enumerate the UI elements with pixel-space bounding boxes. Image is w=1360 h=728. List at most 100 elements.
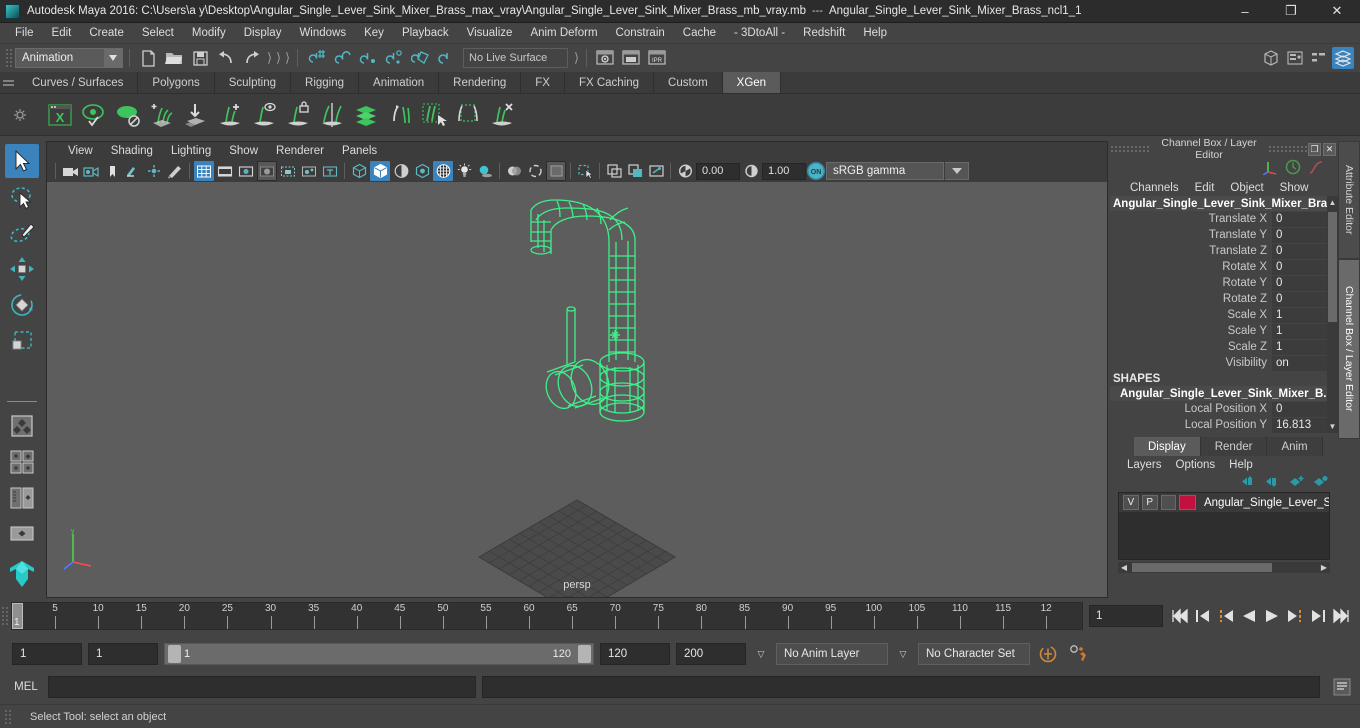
xgen-add-guide-icon[interactable]: [214, 99, 246, 131]
menu-select[interactable]: Select: [133, 25, 183, 41]
show-hide-attribute-editor-icon[interactable]: [1284, 47, 1306, 69]
viewport-menu-panels[interactable]: Panels: [333, 144, 386, 158]
toggle-grid-icon[interactable]: [194, 161, 214, 181]
panel-restore-button[interactable]: ❐: [1308, 142, 1321, 156]
range-slider-bar[interactable]: 1 120: [164, 643, 594, 665]
layer-list[interactable]: V P Angular_Single_Lever_Sin: [1118, 492, 1330, 560]
manipulator-axis-icon[interactable]: [1262, 159, 1278, 178]
lasso-select-tool-button[interactable]: [5, 180, 39, 214]
channel-row[interactable]: Rotate Z0: [1110, 291, 1338, 307]
make-live-icon[interactable]: [434, 46, 458, 70]
layer-editor-tab-anim[interactable]: Anim: [1267, 437, 1323, 456]
exposure-value[interactable]: 0.00: [696, 162, 740, 180]
snap-to-view-plane-icon[interactable]: [408, 46, 432, 70]
vertical-tab-attribute-editor[interactable]: Attribute Editor: [1338, 141, 1360, 259]
character-set-dropdown-arrow[interactable]: ▽: [894, 643, 912, 665]
single-persp-layout-button[interactable]: [5, 517, 39, 551]
four-view-layout-button[interactable]: [5, 409, 39, 443]
use-all-lights-icon[interactable]: [412, 161, 432, 181]
menu-modify[interactable]: Modify: [183, 25, 235, 41]
show-hide-channel-box-icon[interactable]: [1332, 47, 1354, 69]
xgen-import-collection-icon[interactable]: [180, 99, 212, 131]
ipr-render-icon[interactable]: IPR: [645, 46, 669, 70]
create-new-layer-icon[interactable]: [1289, 475, 1304, 491]
xgen-lock-guide-icon[interactable]: [282, 99, 314, 131]
layer-scroll-right-arrow[interactable]: ▶: [1318, 563, 1330, 572]
go-to-start-icon[interactable]: [1169, 604, 1191, 628]
channel-row[interactable]: Local Position X0: [1110, 401, 1338, 417]
collapse-bracket-1[interactable]: ⟩: [266, 49, 273, 67]
channel-row[interactable]: Translate X0: [1110, 211, 1338, 227]
play-forwards-icon[interactable]: [1261, 604, 1283, 628]
snap-to-point-icon[interactable]: [356, 46, 380, 70]
channel-box-menu-object[interactable]: Object: [1222, 181, 1271, 195]
step-back-frame-icon[interactable]: [1192, 604, 1214, 628]
image-plane-icon[interactable]: [123, 161, 143, 181]
viewport-menu-renderer[interactable]: Renderer: [267, 144, 333, 158]
step-back-key-icon[interactable]: [1215, 604, 1237, 628]
shelf-tab-fx-caching[interactable]: FX Caching: [564, 72, 655, 93]
shelf-tab-fx[interactable]: FX: [521, 72, 565, 93]
current-time-indicator[interactable]: 1: [12, 603, 23, 629]
animation-end-time-field[interactable]: 200: [676, 643, 746, 665]
shelf-tab-rigging[interactable]: Rigging: [291, 72, 360, 93]
select-tool-button[interactable]: [5, 144, 39, 178]
anim-layer-dropdown-arrow[interactable]: ▽: [752, 643, 770, 665]
xgen-preview-icon[interactable]: [78, 99, 110, 131]
layer-scroll-thumb[interactable]: [1132, 563, 1272, 572]
channel-row[interactable]: Translate Y0: [1110, 227, 1338, 243]
xgen-convert-to-hair-icon[interactable]: [384, 99, 416, 131]
viewport-menu-view[interactable]: View: [59, 144, 102, 158]
step-forward-key-icon[interactable]: [1284, 604, 1306, 628]
xgen-disable-preview-icon[interactable]: [112, 99, 144, 131]
move-layer-down-icon[interactable]: [1265, 475, 1280, 491]
range-end-time-field[interactable]: 120: [600, 643, 670, 665]
menu-create[interactable]: Create: [80, 25, 133, 41]
xgen-delete-guide-icon[interactable]: [486, 99, 518, 131]
panel-grip-left[interactable]: [1110, 144, 1150, 154]
animation-preferences-icon[interactable]: [1066, 642, 1090, 666]
xgen-select-guide-icon[interactable]: [248, 99, 280, 131]
channel-row[interactable]: Scale Y1: [1110, 323, 1338, 339]
go-to-end-icon[interactable]: [1330, 604, 1352, 628]
minimize-button[interactable]: –: [1222, 0, 1268, 23]
snap-to-curve-icon[interactable]: [330, 46, 354, 70]
channel-row[interactable]: Visibility on: [1110, 355, 1338, 371]
text-overlay-icon[interactable]: [320, 161, 340, 181]
scale-tool-button[interactable]: [5, 324, 39, 358]
menu-constrain[interactable]: Constrain: [607, 25, 674, 41]
channel-row[interactable]: Scale X1: [1110, 307, 1338, 323]
menu-playback[interactable]: Playback: [393, 25, 458, 41]
ambient-occlusion-icon[interactable]: [546, 161, 566, 181]
live-surface-field[interactable]: No Live Surface: [463, 48, 568, 68]
layer-shading-toggle[interactable]: [1160, 495, 1177, 510]
select-camera-icon[interactable]: [60, 161, 80, 181]
layer-menu-options[interactable]: Options: [1169, 458, 1223, 472]
scroll-up-arrow[interactable]: ▲: [1327, 196, 1338, 209]
layer-editor-tab-display[interactable]: Display: [1134, 437, 1201, 456]
move-layer-up-icon[interactable]: [1241, 475, 1256, 491]
channel-box-menu-show[interactable]: Show: [1272, 181, 1317, 195]
menu-file[interactable]: File: [6, 25, 43, 41]
viewport-menu-lighting[interactable]: Lighting: [162, 144, 220, 158]
maximize-button[interactable]: ❐: [1268, 0, 1314, 23]
color-management-dropdown[interactable]: [945, 162, 969, 180]
range-start-time-field[interactable]: 1: [88, 643, 158, 665]
two-d-pan-zoom-icon[interactable]: [144, 161, 164, 181]
channel-row[interactable]: Scale Z1: [1110, 339, 1338, 355]
command-output-field[interactable]: [482, 676, 1320, 698]
collapse-bracket-4[interactable]: ⟩: [573, 49, 580, 67]
redo-icon[interactable]: [240, 46, 264, 70]
time-slider-grip[interactable]: [0, 605, 9, 627]
xgen-window-icon[interactable]: X: [44, 99, 76, 131]
smooth-shade-all-icon[interactable]: [370, 161, 390, 181]
character-set-field[interactable]: No Character Set: [918, 643, 1030, 665]
undo-icon[interactable]: [214, 46, 238, 70]
graph-editor-icon[interactable]: [1308, 159, 1324, 178]
collapse-bracket-2[interactable]: ⟩: [275, 49, 282, 67]
menu-set-selector[interactable]: Animation: [15, 48, 123, 68]
shelf-options-icon[interactable]: [0, 94, 40, 135]
xray-joints-icon[interactable]: [299, 161, 319, 181]
xray-mode-icon[interactable]: [604, 161, 624, 181]
menu-help[interactable]: Help: [854, 25, 896, 41]
